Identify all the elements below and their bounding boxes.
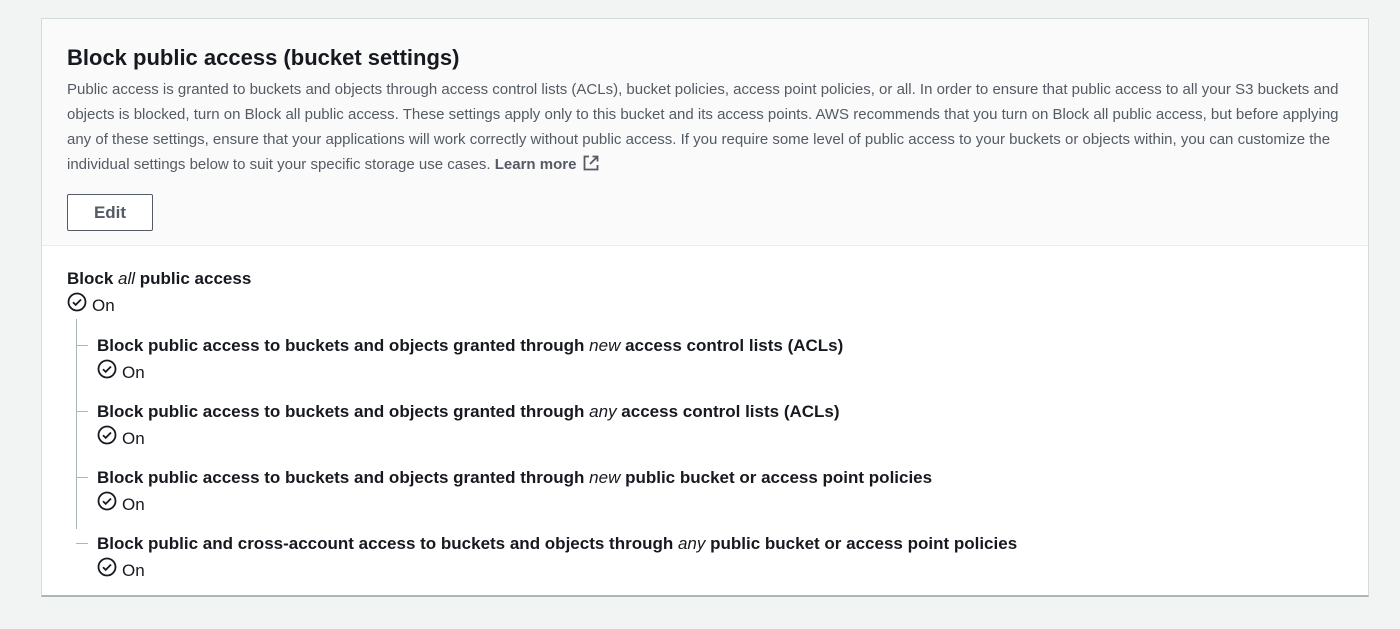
setting-label-after: public bucket or access point policies xyxy=(705,534,1018,553)
check-circle-icon xyxy=(67,292,92,319)
master-status: On xyxy=(67,292,1343,319)
master-label-emphasis: all xyxy=(118,269,136,288)
edit-button[interactable]: Edit xyxy=(67,194,153,231)
setting-new-acls: Block public access to buckets and objec… xyxy=(76,333,1343,386)
setting-status: On xyxy=(97,425,1343,452)
setting-label: Block public and cross-account access to… xyxy=(97,531,1343,557)
panel-body: Block all public access On Block public … xyxy=(42,246,1368,584)
status-text: On xyxy=(92,295,115,315)
setting-label-before: Block public access to buckets and objec… xyxy=(97,468,590,487)
tree-branch xyxy=(76,477,88,478)
setting-status: On xyxy=(97,557,1343,584)
tree-branch xyxy=(76,345,88,346)
setting-label-emphasis: any xyxy=(589,402,617,421)
block-public-access-panel: Block public access (bucket settings) Pu… xyxy=(41,18,1369,597)
panel-title: Block public access (bucket settings) xyxy=(67,45,460,70)
setting-label: Block public access to buckets and objec… xyxy=(97,333,1343,359)
status-text: On xyxy=(122,428,145,448)
panel-description: Public access is granted to buckets and … xyxy=(67,77,1339,180)
setting-label-before: Block public and cross-account access to… xyxy=(97,534,678,553)
learn-more-label: Learn more xyxy=(494,156,577,173)
external-link-icon xyxy=(582,154,600,180)
status-text: On xyxy=(122,494,145,514)
master-label-after: public access xyxy=(135,269,252,288)
status-text: On xyxy=(122,362,145,382)
master-label-before: Block xyxy=(67,269,119,288)
check-circle-icon xyxy=(97,425,122,452)
setting-new-policies: Block public access to buckets and objec… xyxy=(76,465,1343,518)
tree-connector xyxy=(76,319,77,529)
setting-label-before: Block public access to buckets and objec… xyxy=(97,402,590,421)
status-text: On xyxy=(122,560,145,580)
setting-label-emphasis: new xyxy=(589,468,621,487)
setting-label-before: Block public access to buckets and objec… xyxy=(97,336,590,355)
description-text: Public access is granted to buckets and … xyxy=(67,81,1339,173)
tree-branch xyxy=(76,543,88,544)
check-circle-icon xyxy=(97,557,122,584)
block-all-public-access-label: Block all public access xyxy=(67,266,1343,292)
setting-label-after: access control lists (ACLs) xyxy=(616,402,840,421)
setting-label: Block public access to buckets and objec… xyxy=(97,465,1343,491)
check-circle-icon xyxy=(97,491,122,518)
setting-label-after: access control lists (ACLs) xyxy=(620,336,844,355)
panel-header: Block public access (bucket settings) Pu… xyxy=(42,19,1368,246)
tree-branch xyxy=(76,411,88,412)
setting-label-emphasis: any xyxy=(677,534,706,553)
setting-label: Block public access to buckets and objec… xyxy=(97,399,1343,425)
learn-more-link[interactable]: Learn more xyxy=(494,155,601,173)
settings-tree: Block public access to buckets and objec… xyxy=(67,319,1343,584)
setting-status: On xyxy=(97,359,1343,386)
setting-any-acls: Block public access to buckets and objec… xyxy=(76,399,1343,452)
setting-label-emphasis: new xyxy=(589,336,621,355)
setting-any-policies: Block public and cross-account access to… xyxy=(76,531,1343,584)
setting-status: On xyxy=(97,491,1343,518)
check-circle-icon xyxy=(97,359,122,386)
setting-label-after: public bucket or access point policies xyxy=(620,468,933,487)
